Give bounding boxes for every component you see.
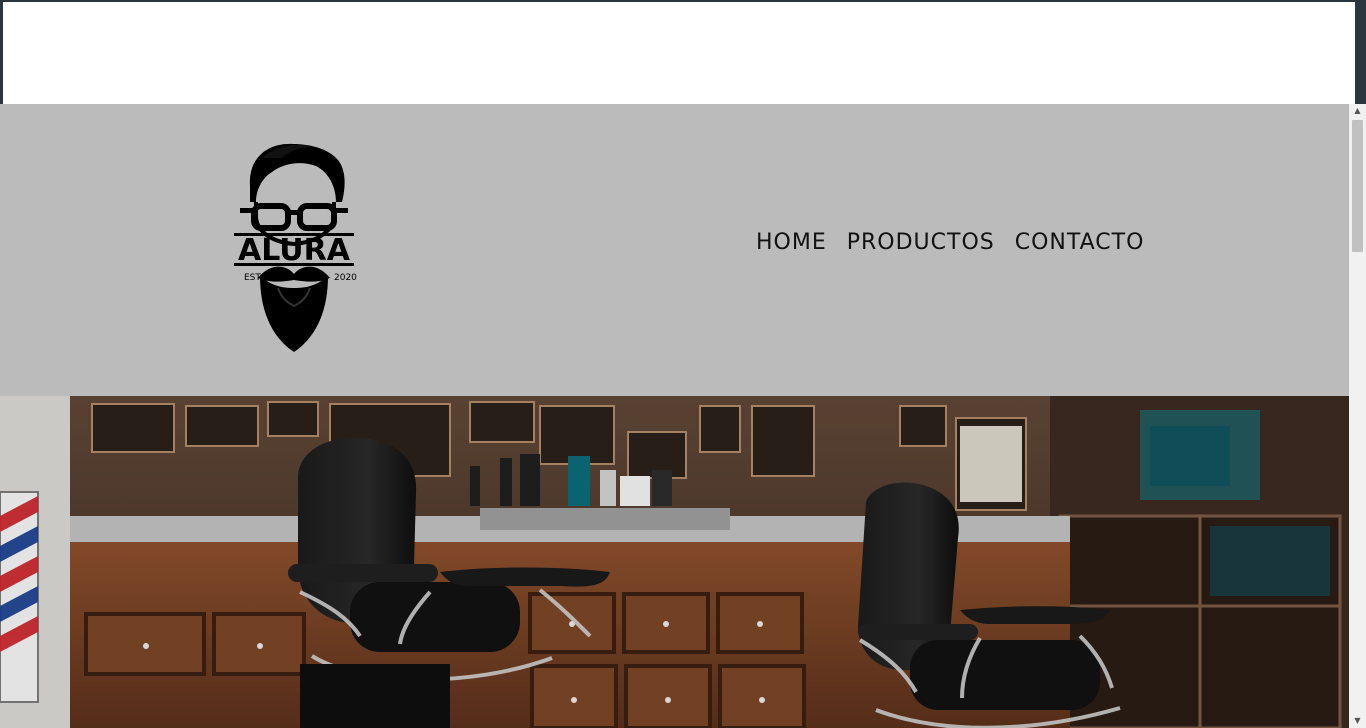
chevron-down-icon[interactable]: ▼: [1349, 714, 1366, 728]
browser-chrome: [0, 0, 1366, 104]
main-nav: HOME PRODUCTOS CONTACTO: [756, 230, 1144, 256]
logo-right-text: 2020: [334, 273, 357, 283]
logo-name: ALURA: [238, 233, 351, 268]
scrollbar-thumb[interactable]: [1352, 120, 1363, 252]
page-viewport: ALURA ESTD 2020 HOME PRODUCTOS CONTACTO: [0, 104, 1349, 728]
hero-barbershop-image: [0, 396, 1349, 728]
alura-logo[interactable]: ALURA ESTD 2020: [230, 138, 358, 358]
nav-productos[interactable]: PRODUCTOS: [847, 230, 995, 256]
site-header: ALURA ESTD 2020 HOME PRODUCTOS CONTACTO: [0, 104, 1349, 396]
barbershop-photo-icon: [0, 396, 1349, 728]
browser-blank-area: [3, 2, 1355, 104]
page-scrollbar[interactable]: ▲ ▼: [1349, 104, 1366, 728]
nav-home[interactable]: HOME: [756, 230, 827, 256]
chevron-up-icon[interactable]: ▲: [1349, 104, 1366, 118]
nav-contacto[interactable]: CONTACTO: [1015, 230, 1145, 256]
